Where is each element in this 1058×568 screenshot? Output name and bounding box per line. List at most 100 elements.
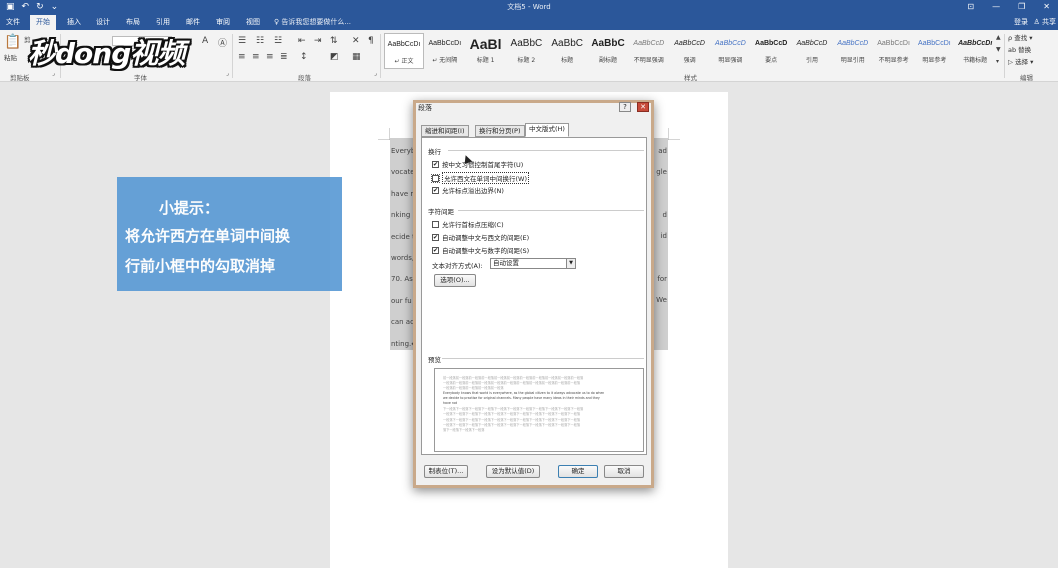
share-button[interactable]: ♙ 共享 [1033, 17, 1056, 27]
group-label-editing: 编辑 [1020, 74, 1033, 82]
find-button[interactable]: ρ 查找 ▾ [1008, 32, 1033, 44]
ribbon-display-icon[interactable]: ⊡ [967, 1, 974, 13]
option-row[interactable]: ✔ 自动调整中文与数字的间距(S) [432, 245, 529, 255]
style-item[interactable]: AaBbCcDı 书籍标题 [955, 33, 995, 69]
group-label-styles: 样式 [684, 74, 697, 82]
checkbox-label: 按中文习惯控制首尾字符(U) [442, 161, 524, 169]
borders-icon[interactable]: ▦ [352, 52, 361, 62]
text-alignment-select[interactable]: 自动设置 ▼ [490, 258, 576, 269]
cancel-button[interactable]: 取消 [604, 465, 644, 478]
increase-indent-icon[interactable]: ⇥ [314, 36, 322, 46]
options-button[interactable]: 选项(O)... [434, 274, 476, 287]
checkbox-hanging-punctuation[interactable]: ✔ [432, 186, 439, 194]
option-row[interactable]: ✔ 自动调整中文与西文的间距(E) [432, 232, 529, 242]
style-item[interactable]: AaBbCcD 明显强调 [710, 33, 750, 69]
style-item[interactable]: AaBl 标题 1 [466, 33, 506, 69]
line-spacing-icon[interactable]: ↕ [300, 52, 308, 62]
checkbox-word-wrap[interactable] [431, 173, 440, 183]
sort-icon[interactable]: ⇅ [330, 36, 338, 46]
style-item[interactable]: AaBbCcD 不明显强调 [629, 33, 669, 69]
tab-insert[interactable]: 插入 [67, 17, 81, 27]
chinese-layout-icon[interactable]: ✕ [352, 36, 360, 46]
tab-mailings[interactable]: 邮件 [186, 17, 200, 27]
gallery-scroll-down-icon[interactable]: ▼ [996, 46, 1001, 53]
style-item[interactable]: AaBbCcDı ↵ 正文 [384, 33, 424, 69]
tab-view[interactable]: 视图 [246, 17, 260, 27]
paste-icon[interactable]: 📋 [4, 34, 21, 50]
document-line: id [660, 232, 667, 240]
option-row[interactable]: 允许行首标点压缩(C) [432, 219, 504, 229]
paste-label[interactable]: 粘贴 [4, 52, 17, 62]
editing-group: ρ 查找 ▾ ab 替换 ▷ 选择 ▾ [1008, 32, 1033, 68]
style-name: ↵ 正文 [394, 58, 414, 65]
font-color-icon[interactable]: A [202, 36, 208, 46]
style-item[interactable]: AaBbC 标题 [547, 33, 587, 69]
style-item[interactable]: AaBbCcD 引用 [792, 33, 832, 69]
checkbox-space-asian-numbers[interactable]: ✔ [432, 246, 439, 254]
style-name: 不明显强调 [633, 57, 664, 64]
tab-home[interactable]: 开始 [30, 15, 56, 30]
tab-references[interactable]: 引用 [156, 17, 170, 27]
style-item[interactable]: AaBbCcD 要点 [751, 33, 791, 69]
select-button[interactable]: ▷ 选择 ▾ [1008, 56, 1033, 68]
preview-box: 前一段落前一段落前一段落前一段落前一段落前一段落前一段落前一段落前一段落前一段落… [434, 368, 644, 452]
style-item[interactable]: AaBbCcDı 不明显参考 [874, 33, 914, 69]
decrease-indent-icon[interactable]: ⇤ [298, 36, 306, 46]
tip-line: 将允许西方在单词中间换 [125, 227, 291, 245]
style-item[interactable]: AaBbCcDı 明显参考 [914, 33, 954, 69]
tab-indents-spacing[interactable]: 缩进和间距(I) [421, 125, 469, 137]
dialog-launcher-icon[interactable]: ⌟ [226, 70, 229, 77]
checkbox-space-asian-latin[interactable]: ✔ [432, 233, 439, 241]
checkbox-label: 允许西文在单词中间换行(W) [442, 172, 529, 184]
numbering-icon[interactable]: ☷ [256, 36, 264, 46]
checkbox-label: 自动调整中文与数字的间距(S) [442, 247, 530, 255]
style-sample: AaBl [469, 36, 502, 52]
checkbox-compress-punctuation[interactable] [432, 220, 439, 228]
style-name: 明显参考 [922, 57, 947, 64]
tab-layout[interactable]: 布局 [126, 17, 140, 27]
close-button[interactable]: ✕ [637, 102, 649, 112]
shading-icon[interactable]: ◩ [330, 52, 339, 62]
align-center-icon[interactable]: ≡ [252, 52, 260, 62]
checkbox-kinsoku[interactable]: ✔ [432, 160, 439, 168]
tabs-button[interactable]: 制表位(T)... [424, 465, 468, 478]
style-item[interactable]: AaBbC 副标题 [588, 33, 628, 69]
show-marks-icon[interactable]: ¶ [368, 36, 374, 46]
minimize-icon[interactable]: — [992, 1, 1000, 13]
set-default-button[interactable]: 设为默认值(D) [486, 465, 540, 478]
restore-icon[interactable]: ❐ [1018, 1, 1025, 13]
justify-icon[interactable]: ≣ [280, 52, 288, 62]
style-item[interactable]: AaBbCcDı ↵ 无间隔 [425, 33, 465, 69]
styles-gallery: AaBbCcDı ↵ 正文 AaBbCcDı ↵ 无间隔 AaBl 标题 1 AaBbC 标题… [384, 33, 996, 71]
tab-file[interactable]: 文件 [6, 17, 20, 27]
tab-review[interactable]: 审阅 [216, 17, 230, 27]
style-name: ↵ 无间隔 [432, 57, 458, 64]
tab-asian-typography[interactable]: 中文版式(H) [525, 123, 569, 137]
style-item[interactable]: AaBbC 标题 2 [506, 33, 546, 69]
option-row[interactable]: 允许西文在单词中间换行(W) [431, 172, 529, 184]
gallery-scroll-up-icon[interactable]: ▲ [996, 34, 1001, 41]
chevron-down-icon[interactable]: ▼ [566, 259, 575, 268]
style-name: 标题 2 [517, 57, 536, 64]
align-left-icon[interactable]: ≡ [238, 52, 246, 62]
change-case-icon[interactable]: Ⓐ [218, 36, 227, 49]
dialog-launcher-icon[interactable]: ⌟ [374, 70, 377, 77]
sign-in-link[interactable]: 登录 [1014, 17, 1028, 27]
multilevel-list-icon[interactable]: ☳ [274, 36, 282, 46]
close-icon[interactable]: ✕ [1043, 1, 1050, 13]
tell-me-search[interactable]: ♀ 告诉我您想要做什么... [274, 17, 351, 27]
gallery-more-icon[interactable]: ▾ [996, 58, 999, 65]
bullets-icon[interactable]: ☰ [238, 36, 246, 46]
help-button[interactable]: ? [619, 102, 631, 112]
ok-button[interactable]: 确定 [558, 465, 598, 478]
style-item[interactable]: AaBbCcD 明显引用 [833, 33, 873, 69]
section-title-char-spacing: 字符间距 [428, 208, 454, 216]
style-item[interactable]: AaBbCcD 强调 [670, 33, 710, 69]
option-row[interactable]: ✔ 允许标点溢出边界(N) [432, 185, 504, 195]
tab-design[interactable]: 设计 [96, 17, 110, 27]
style-name: 标题 [561, 57, 574, 64]
replace-button[interactable]: ab 替换 [1008, 44, 1033, 56]
option-row[interactable]: ✔ 按中文习惯控制首尾字符(U) [432, 159, 523, 169]
align-right-icon[interactable]: ≡ [266, 52, 274, 62]
tab-line-page-breaks[interactable]: 换行和分页(P) [475, 125, 525, 137]
